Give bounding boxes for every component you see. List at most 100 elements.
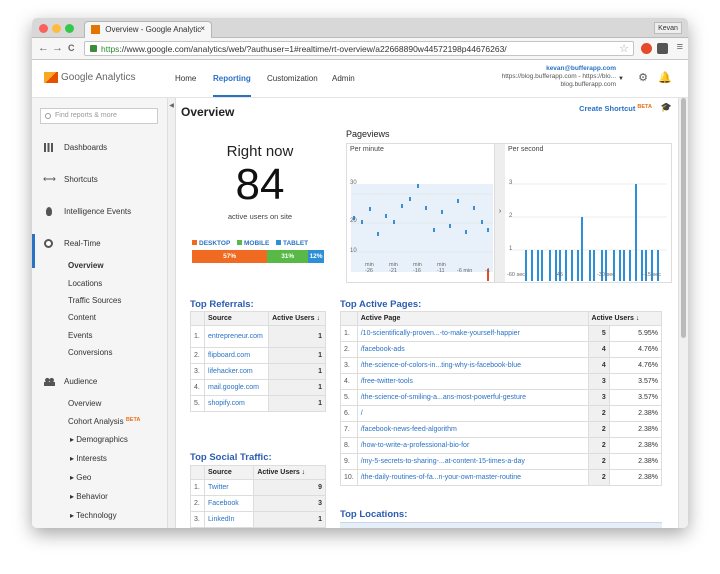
col-active-page[interactable]: Active Page xyxy=(356,311,589,326)
row-index: 6. xyxy=(340,405,358,422)
referral-link[interactable]: entrepreneur.com xyxy=(203,325,270,348)
page-link[interactable]: /the-science-of-smiling-a...ans-most-pow… xyxy=(356,389,589,406)
sidebar-sub-interests[interactable]: ▸ Interests xyxy=(70,454,107,463)
sidebar-sub-demographics[interactable]: ▸ Demographics xyxy=(70,435,128,444)
graduation-cap-icon[interactable]: 🎓 xyxy=(661,102,672,113)
url-path: ://www.google.com/analytics/web/?authuse… xyxy=(119,44,507,54)
row-index: 2. xyxy=(340,341,358,358)
browser-tab[interactable]: Overview - Google Analytic × xyxy=(84,21,212,38)
vertical-scrollbar[interactable] xyxy=(678,98,688,528)
sidebar-sub-events[interactable]: Events xyxy=(68,331,92,340)
sidebar-sub-locations[interactable]: Locations xyxy=(68,279,102,288)
ga-header: Google Analytics Home Reporting Customiz… xyxy=(32,60,688,98)
row-index: 1. xyxy=(190,479,205,496)
chart-toggle-arrow[interactable]: › xyxy=(495,144,505,282)
bookmark-star-icon[interactable]: ☆ xyxy=(619,42,629,55)
active-users-value: 3 xyxy=(253,495,326,512)
row-index: 4. xyxy=(340,373,358,390)
referral-link[interactable]: mail.google.com xyxy=(203,379,270,396)
sidebar-sub-technology[interactable]: ▸ Technology xyxy=(70,511,117,520)
active-users-count: 84 xyxy=(235,160,285,209)
page-link[interactable]: /the-science-of-colors-in...ting-why-is-… xyxy=(356,357,589,374)
page-link[interactable]: / xyxy=(356,405,589,422)
nav-admin[interactable]: Admin xyxy=(332,74,355,83)
row-index: 10. xyxy=(340,469,358,486)
nav-home[interactable]: Home xyxy=(175,74,196,83)
row-index: 1. xyxy=(190,325,205,348)
row-index: 1. xyxy=(340,325,358,342)
sidebar-sub-conversions[interactable]: Conversions xyxy=(68,348,112,357)
active-users-value: 9 xyxy=(253,479,326,496)
top-locations-map-placeholder xyxy=(340,522,662,528)
active-users-value: 2 xyxy=(587,405,610,422)
menu-icon[interactable]: ≡ xyxy=(677,41,683,53)
sidebar-sub-behavior[interactable]: ▸ Behavior xyxy=(70,492,108,501)
bell-icon[interactable]: 🔔 xyxy=(658,71,672,84)
page-link[interactable]: /free-twitter-tools xyxy=(356,373,589,390)
sidebar-label: Real-Time xyxy=(64,239,101,248)
table-row: 7./facebook-news-feed-algorithm 2 2.38% xyxy=(340,421,663,438)
profile-button[interactable]: Kevan xyxy=(654,22,682,34)
referral-link[interactable]: flipboard.com xyxy=(203,347,270,364)
referral-link[interactable]: lifehacker.com xyxy=(203,363,270,380)
page-link[interactable]: /the-daily-routines-of-fa...n-your-own-m… xyxy=(356,469,589,486)
pocket-extension-icon[interactable] xyxy=(657,43,668,54)
create-shortcut-link[interactable]: Create Shortcut BETA xyxy=(579,104,652,113)
tab-close-icon[interactable]: × xyxy=(200,24,205,33)
tab-bar: Overview - Google Analytic × Kevan xyxy=(32,18,688,38)
referral-link[interactable]: shopify.com xyxy=(203,395,270,412)
page-link[interactable]: /facebook-news-feed-algorithm xyxy=(356,421,589,438)
back-icon[interactable]: ← xyxy=(38,42,49,54)
sidebar-sub-overview[interactable]: Overview xyxy=(68,261,104,270)
social-link[interactable]: Twitter xyxy=(203,479,255,496)
lock-icon xyxy=(90,45,97,52)
col-active-users[interactable]: Active Users ↓ xyxy=(253,465,326,480)
page-link[interactable]: /facebook-ads xyxy=(356,341,589,358)
ga-logo[interactable]: Google Analytics xyxy=(44,72,136,83)
col-active-users[interactable]: Active Users ↓ xyxy=(587,311,663,326)
analytics-logo-icon xyxy=(44,72,58,83)
col-source[interactable]: Source xyxy=(203,465,255,480)
active-users-value: 1 xyxy=(268,363,326,380)
active-users-value: 1 xyxy=(268,379,326,396)
search-input[interactable]: Find reports & more xyxy=(40,108,158,124)
gear-icon[interactable]: ⚙ xyxy=(638,71,648,84)
percent-value: 2.38% xyxy=(608,437,663,454)
nav-reporting[interactable]: Reporting xyxy=(213,74,251,97)
table-row: 3./the-science-of-colors-in...ting-why-i… xyxy=(340,357,663,374)
table-row: 9./my-5-secrets-to-sharing-...at-content… xyxy=(340,453,663,470)
sidebar-sub-cohort-analysis[interactable]: Cohort Analysis BETA xyxy=(68,417,140,426)
social-link[interactable]: LinkedIn xyxy=(203,511,255,528)
social-link[interactable]: Facebook xyxy=(203,495,255,512)
url-field[interactable]: https://www.google.com/analytics/web/?au… xyxy=(84,41,634,56)
col-active-users[interactable]: Active Users ↓ xyxy=(268,311,326,326)
page-link[interactable]: /10-scientifically-proven...-to-make-you… xyxy=(356,325,589,342)
col-source[interactable]: Source xyxy=(203,311,270,326)
per-second-chart: Per second 3 2 1 -60 sec -45 -30 sec -15… xyxy=(505,144,671,282)
top-social-table: Source Active Users ↓ 1. Twitter 9 2. Facebo… xyxy=(190,465,326,528)
sidebar-collapse-toggle[interactable]: ◀ xyxy=(168,98,176,528)
account-selector[interactable]: kevan@bufferapp.com https://blog.buffera… xyxy=(502,65,616,89)
sidebar-sub-audience-overview[interactable]: Overview xyxy=(68,399,101,408)
chevron-down-icon[interactable]: ▼ xyxy=(618,76,624,82)
reload-icon[interactable]: C xyxy=(68,43,75,53)
cohort-label: Cohort Analysis xyxy=(68,417,124,426)
pm-xtick: min -26 xyxy=(365,262,374,274)
page-link[interactable]: /my-5-secrets-to-sharing-...at-content-1… xyxy=(356,453,589,470)
sidebar-sub-geo[interactable]: ▸ Geo xyxy=(70,473,91,482)
mobile-segment: 31% xyxy=(267,250,309,263)
ps-ytick: 2 xyxy=(509,213,513,219)
minimize-window-button[interactable] xyxy=(52,24,61,33)
table-row: 3. LinkedIn 1 xyxy=(190,511,326,528)
forward-icon[interactable]: → xyxy=(52,42,63,54)
row-index: 2. xyxy=(190,347,205,364)
page-link[interactable]: /how-to-write-a-professional-bio-for xyxy=(356,437,589,454)
opera-extension-icon[interactable] xyxy=(641,43,652,54)
nav-customization[interactable]: Customization xyxy=(267,74,318,83)
maximize-window-button[interactable] xyxy=(65,24,74,33)
scrollbar-thumb[interactable] xyxy=(681,98,686,338)
table-row: 1. entrepreneur.com 1 xyxy=(190,325,326,348)
close-window-button[interactable] xyxy=(39,24,48,33)
sidebar-sub-traffic-sources[interactable]: Traffic Sources xyxy=(68,296,121,305)
sidebar-sub-content[interactable]: Content xyxy=(68,313,96,322)
